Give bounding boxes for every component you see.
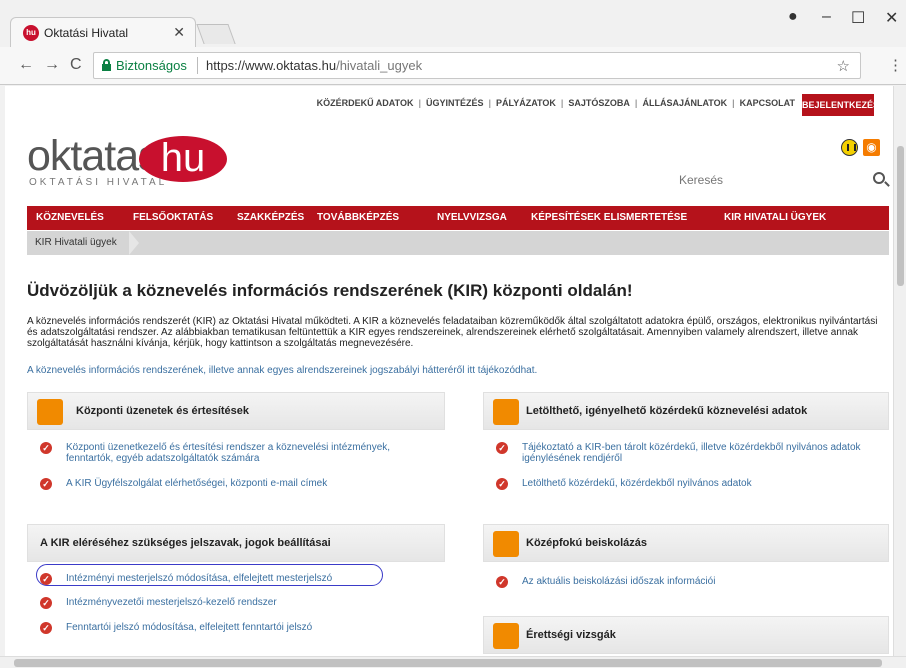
topnav-contact[interactable]: KAPCSOLAT [740,98,795,108]
back-icon[interactable]: ← [18,56,34,74]
check-icon: ✓ [40,622,52,634]
address-bar[interactable]: Biztonságos https://www.oktatas.hu/hivat… [93,52,861,79]
clock-download-icon [493,399,519,425]
browser-window: hu Oktatási Hivatal ✕ ● – ☐ ✕ ← → C Bizt… [0,0,906,668]
nav-item-higher-education[interactable]: FELSŐOKTATÁS [133,212,213,223]
breadcrumb-current: KIR Hivatali ügyek [35,237,117,248]
browser-tab[interactable]: hu Oktatási Hivatal ✕ [10,17,196,47]
search-input[interactable] [679,170,859,190]
rss-icon[interactable]: ◉ [863,139,880,156]
page-title: Üdvözöljük a köznevelés információs rend… [27,281,633,300]
bookmark-star-icon[interactable]: ☆ [837,57,850,75]
card-passwords: A KIR eléréséhez szükséges jelszavak, jo… [27,524,445,634]
intro-paragraph: A köznevelés információs rendszerét (KIR… [27,316,878,349]
top-navigation: KÖZÉRDEKŰ ADATOK | ÜGYINTÉZÉS | PÁLYÁZATOK | S… [316,98,795,108]
card-title: Érettségi vizsgák [526,629,616,641]
accessibility-icon[interactable] [841,139,858,156]
url-base: https://www.oktatas.hu [206,58,337,73]
new-tab-button[interactable] [196,24,236,44]
main-navigation: KÖZNEVELÉS FELSŐOKTATÁS SZAKKÉPZÉS TOVÁB… [27,206,889,230]
web-page: KÖZÉRDEKŰ ADATOK | ÜGYINTÉZÉS | PÁLYÁZATOK | S… [5,86,893,656]
legal-background-link[interactable]: A köznevelés információs rendszerének, i… [27,365,537,376]
topnav-admin[interactable]: ÜGYINTÉZÉS [426,98,484,108]
nav-item-vocational[interactable]: SZAKKÉPZÉS [237,212,304,223]
link-text[interactable]: Az aktuális beiskolázási időszak informá… [522,576,862,587]
profile-icon[interactable]: ● [788,8,798,26]
highlight-annotation [36,564,383,586]
check-icon: ✓ [496,576,508,588]
link-text[interactable]: Központi üzenetkezelő és értesítési rend… [66,442,406,464]
check-icon: ✓ [40,478,52,490]
link-text[interactable]: A KIR Ügyfélszolgálat elérhetőségei, köz… [66,478,406,489]
title-bar: hu Oktatási Hivatal ✕ ● – ☐ ✕ [0,0,906,47]
card-title: Központi üzenetek és értesítések [76,405,250,417]
topnav-jobs[interactable]: ÁLLÁSAJÁNLATOK [642,98,727,108]
favicon-icon: hu [23,25,39,41]
envelope-icon [37,399,63,425]
address-toolbar: ← → C Biztonságos https://www.oktatas.hu… [0,47,906,85]
menu-icon[interactable]: ⋮ [888,56,903,74]
link-text[interactable]: Tájékoztató a KIR-ben tárolt közérdekű, … [522,442,862,464]
topnav-public-data[interactable]: KÖZÉRDEKŰ ADATOK [317,98,414,108]
url-text: https://www.oktatas.hu/hivatali_ugyek [206,58,422,73]
minimize-icon[interactable]: – [822,8,831,26]
breadcrumb-arrow-icon [129,231,139,255]
forward-icon[interactable]: → [44,56,60,74]
check-icon: ✓ [496,442,508,454]
check-icon: ✓ [40,442,52,454]
search-box [679,170,889,190]
link-text[interactable]: Intézményvezetői mesterjelszó-kezelő ren… [66,597,406,608]
scrollbar-thumb[interactable] [14,659,882,667]
secure-label: Biztonságos [116,58,187,73]
reload-icon[interactable]: C [70,56,82,74]
graduation-cap-icon [493,623,519,649]
link-text[interactable]: Letölthető közérdekű, közérdekből nyilvá… [522,478,862,489]
card-secondary-admission: Középfokú beiskolázás ✓ Az aktuális beis… [483,524,889,588]
close-tab-icon[interactable]: ✕ [173,24,185,41]
card-matura-exams: Érettségi vizsgák [483,616,889,654]
topnav-press[interactable]: SAJTÓSZOBA [568,98,630,108]
horizontal-scrollbar[interactable] [0,656,906,668]
lock-icon [102,59,111,71]
card-central-messages: Központi üzenetek és értesítések ✓ Közpo… [27,392,445,490]
maximize-icon[interactable]: ☐ [851,8,865,28]
nav-item-qualifications[interactable]: KÉPESÍTÉSEK ELISMERTETÉSE [531,212,687,223]
arrows-icon [493,531,519,557]
nav-item-public-education[interactable]: KÖZNEVELÉS [36,212,104,223]
url-path: /hivatali_ugyek [336,58,423,73]
card-title: A KIR eléréséhez szükséges jelszavak, jo… [40,537,331,549]
logo-subtitle: OKTATÁSI HIVATAL [29,177,168,188]
login-button[interactable]: BEJELENTKEZÉS [802,94,879,116]
nav-item-kir[interactable]: KIR HIVATALI ÜGYEK [724,212,826,223]
card-title: Letölthető, igényelhető közérdekű köznev… [526,405,808,417]
vertical-scrollbar[interactable] [893,86,906,656]
nav-item-further-training[interactable]: TOVÁBBKÉPZÉS [317,212,399,223]
search-icon[interactable] [873,172,885,184]
breadcrumb: KIR Hivatali ügyek [27,231,889,255]
logo-hu-badge[interactable]: hu [139,136,227,182]
link-text[interactable]: Fenntartói jelszó módosítása, elfelejtet… [66,622,406,633]
nav-item-language-exam[interactable]: NYELVVIZSGA [437,212,507,223]
close-window-icon[interactable]: ✕ [885,8,898,28]
topnav-tenders[interactable]: PÁLYÁZATOK [496,98,556,108]
tab-title: Oktatási Hivatal [44,26,129,40]
card-public-data: Letölthető, igényelhető közérdekű köznev… [483,392,889,490]
check-icon: ✓ [40,597,52,609]
scrollbar-thumb[interactable] [897,146,904,286]
card-title: Középfokú beiskolázás [526,537,648,549]
check-icon: ✓ [496,478,508,490]
